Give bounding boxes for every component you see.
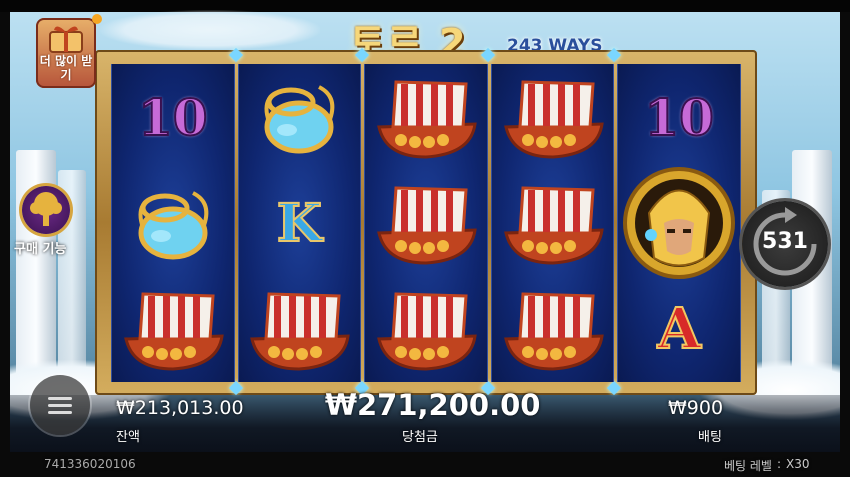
viking-ship-icon: [123, 292, 224, 371]
thor-wild-icon: [623, 167, 736, 279]
bet-level-label: 베팅 레벨: [724, 459, 772, 473]
balance-label: 잔액: [116, 430, 140, 445]
buy-feature-button[interactable]: 구매 기능: [14, 186, 80, 257]
frame-gem: [228, 380, 244, 396]
bet-label: 배팅: [698, 430, 722, 445]
menu-icon-line: [48, 404, 72, 407]
viking-ship-icon: [503, 292, 604, 371]
session-id: 741336020106: [44, 457, 136, 471]
balance-value: ₩213,013.00: [116, 397, 244, 419]
menu-icon-line: [48, 397, 72, 400]
viking-ship-icon: [250, 292, 351, 371]
more-offers-button[interactable]: 더 많이 받기: [36, 14, 102, 88]
tree-icon: [22, 186, 70, 234]
frame-gem: [354, 47, 370, 63]
frame-gem: [606, 47, 622, 63]
reel-1: 10: [111, 64, 235, 382]
symbol-ten: 10: [112, 64, 234, 170]
ten-symbol: 10: [137, 87, 209, 148]
reel-grid: 10 K 10 A: [111, 64, 741, 382]
symbol-a: A: [618, 276, 740, 382]
ten-symbol: 10: [643, 87, 715, 148]
symbol-k: K: [239, 170, 361, 276]
symbol-ship: [365, 276, 487, 382]
viking-ship-icon: [377, 186, 477, 265]
gift-icon: [49, 26, 83, 53]
bet-level-value: X30: [786, 457, 810, 471]
screen-edge-right: [840, 12, 850, 477]
bet-level-separator: :: [777, 457, 782, 471]
symbol-bag: [239, 64, 361, 170]
cloud-top-left: [100, 10, 320, 50]
screen-edge-left: [0, 12, 10, 477]
bet-value: ₩900: [668, 397, 724, 419]
pouch-icon: [264, 85, 335, 154]
viking-ship-icon: [503, 186, 604, 265]
menu-icon-line: [48, 411, 72, 414]
buy-feature-label: 구매 기능: [14, 242, 67, 257]
frame-gem: [228, 47, 244, 63]
symbol-ship: [365, 64, 487, 170]
reel-4: [490, 64, 615, 382]
symbol-bag: [112, 170, 234, 276]
viking-ship-icon: [377, 292, 477, 371]
menu-button[interactable]: [30, 375, 90, 435]
frame-gem: [480, 47, 496, 63]
symbol-ship: [239, 276, 361, 382]
pouch-icon: [138, 191, 209, 260]
symbol-ship: [492, 64, 614, 170]
frame-gem: [606, 380, 622, 396]
symbol-ship: [365, 170, 487, 276]
symbol-thor: [618, 167, 740, 279]
auto-spin-button[interactable]: 531: [742, 201, 828, 287]
k-symbol: K: [276, 192, 323, 255]
symbol-ship: [112, 276, 234, 382]
reel-3: [364, 64, 488, 382]
a-symbol: A: [656, 295, 701, 363]
win-value: ₩271,200.00: [325, 388, 541, 422]
reel-2: K: [237, 64, 362, 382]
notification-dot: [92, 14, 102, 24]
symbol-ship: [492, 276, 614, 382]
viking-ship-icon: [503, 80, 604, 159]
viking-ship-icon: [377, 80, 477, 159]
reel-frame: 10 K 10 A: [95, 47, 757, 396]
win-label: 당첨금: [402, 430, 438, 445]
spin-count: 531: [762, 229, 808, 254]
left-pillar: [16, 150, 56, 380]
more-offers-label: 더 많이 받기: [39, 54, 93, 82]
symbol-ship: [492, 170, 614, 276]
reel-5: 10 A: [617, 64, 741, 382]
symbol-ten: 10: [618, 64, 740, 170]
